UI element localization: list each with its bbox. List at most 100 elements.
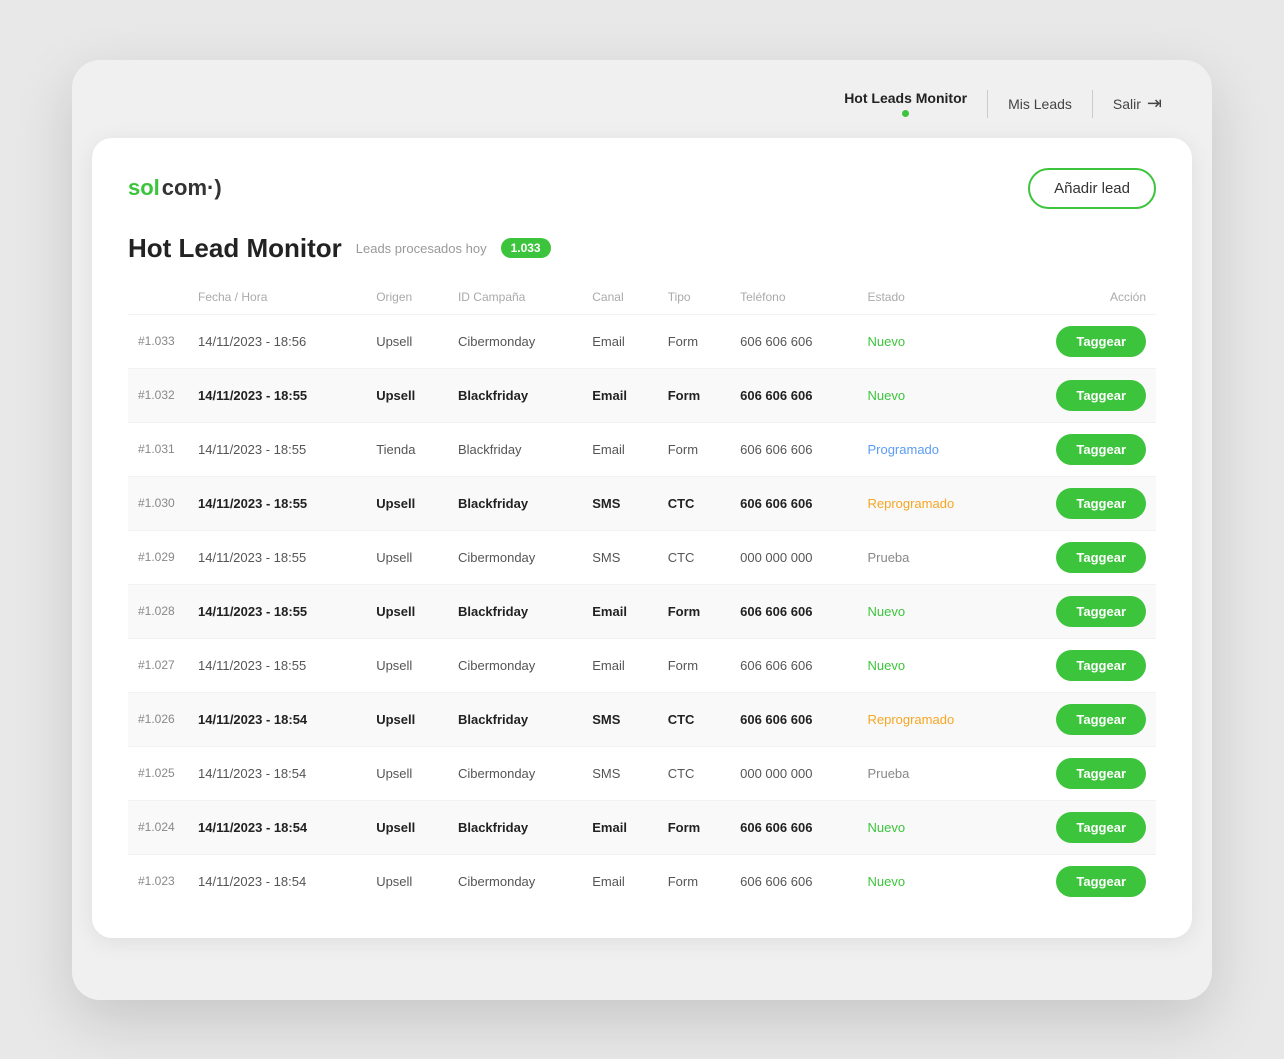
row-telefono: 606 606 606 [730, 476, 857, 530]
row-origen: Upsell [366, 800, 448, 854]
col-header-accion: Acción [1005, 284, 1156, 315]
taggear-button[interactable]: Taggear [1056, 866, 1146, 897]
row-fecha: 14/11/2023 - 18:55 [188, 530, 366, 584]
taggear-button[interactable]: Taggear [1056, 488, 1146, 519]
row-estado: Nuevo [857, 854, 1004, 908]
hot-leads-monitor-nav[interactable]: Hot Leads Monitor [844, 90, 967, 117]
row-estado: Reprogramado [857, 692, 1004, 746]
table-header-row: Fecha / Hora Origen ID Campaña Canal Tip… [128, 284, 1156, 315]
salir-link[interactable]: Salir ⇥ [1113, 93, 1162, 114]
row-telefono: 606 606 606 [730, 314, 857, 368]
taggear-button[interactable]: Taggear [1056, 380, 1146, 411]
row-origen: Upsell [366, 746, 448, 800]
hot-leads-monitor-label: Hot Leads Monitor [844, 90, 967, 106]
mis-leads-link[interactable]: Mis Leads [1008, 96, 1072, 112]
row-tipo: Form [658, 800, 730, 854]
row-id: #1.030 [128, 476, 188, 530]
row-origen: Upsell [366, 854, 448, 908]
row-telefono: 000 000 000 [730, 746, 857, 800]
row-campana: Blackfriday [448, 584, 582, 638]
taggear-button[interactable]: Taggear [1056, 326, 1146, 357]
row-action: Taggear [1005, 800, 1156, 854]
row-id: #1.028 [128, 584, 188, 638]
row-fecha: 14/11/2023 - 18:54 [188, 854, 366, 908]
row-tipo: CTC [658, 530, 730, 584]
row-canal: Email [582, 638, 657, 692]
row-action: Taggear [1005, 530, 1156, 584]
col-header-tipo: Tipo [658, 284, 730, 315]
row-campana: Blackfriday [448, 422, 582, 476]
row-estado: Nuevo [857, 800, 1004, 854]
row-canal: SMS [582, 530, 657, 584]
row-estado: Prueba [857, 746, 1004, 800]
row-origen: Upsell [366, 530, 448, 584]
col-header-campana: ID Campaña [448, 284, 582, 315]
row-origen: Upsell [366, 476, 448, 530]
row-action: Taggear [1005, 314, 1156, 368]
row-fecha: 14/11/2023 - 18:55 [188, 422, 366, 476]
row-estado: Nuevo [857, 368, 1004, 422]
row-fecha: 14/11/2023 - 18:54 [188, 692, 366, 746]
taggear-button[interactable]: Taggear [1056, 812, 1146, 843]
col-header-origen: Origen [366, 284, 448, 315]
taggear-button[interactable]: Taggear [1056, 650, 1146, 681]
table-row: #1.028 14/11/2023 - 18:55 Upsell Blackfr… [128, 584, 1156, 638]
row-origen: Tienda [366, 422, 448, 476]
row-canal: Email [582, 368, 657, 422]
row-telefono: 606 606 606 [730, 584, 857, 638]
leads-processed-label: Leads procesados hoy [356, 241, 487, 256]
active-dot [902, 110, 909, 117]
leads-count-badge: 1.033 [501, 238, 551, 258]
row-canal: SMS [582, 692, 657, 746]
row-campana: Blackfriday [448, 368, 582, 422]
col-header-canal: Canal [582, 284, 657, 315]
row-telefono: 606 606 606 [730, 368, 857, 422]
row-canal: Email [582, 584, 657, 638]
row-campana: Cibermonday [448, 854, 582, 908]
row-action: Taggear [1005, 638, 1156, 692]
table-row: #1.031 14/11/2023 - 18:55 Tienda Blackfr… [128, 422, 1156, 476]
taggear-button[interactable]: Taggear [1056, 758, 1146, 789]
section-title-row: Hot Lead Monitor Leads procesados hoy 1.… [128, 233, 1156, 264]
col-header-id [128, 284, 188, 315]
logout-icon: ⇥ [1147, 93, 1162, 114]
row-tipo: Form [658, 422, 730, 476]
logo-com: com·) [162, 175, 222, 201]
main-card: sol com·) Añadir lead Hot Lead Monitor L… [92, 138, 1192, 938]
row-action: Taggear [1005, 422, 1156, 476]
taggear-button[interactable]: Taggear [1056, 542, 1146, 573]
row-estado: Reprogramado [857, 476, 1004, 530]
row-id: #1.031 [128, 422, 188, 476]
table-row: #1.033 14/11/2023 - 18:56 Upsell Cibermo… [128, 314, 1156, 368]
taggear-button[interactable]: Taggear [1056, 434, 1146, 465]
row-origen: Upsell [366, 314, 448, 368]
row-action: Taggear [1005, 368, 1156, 422]
row-id: #1.029 [128, 530, 188, 584]
col-header-telefono: Teléfono [730, 284, 857, 315]
row-canal: SMS [582, 746, 657, 800]
row-estado: Nuevo [857, 314, 1004, 368]
nav-divider-2 [1092, 90, 1093, 118]
section-title: Hot Lead Monitor [128, 233, 342, 264]
row-tipo: Form [658, 584, 730, 638]
row-action: Taggear [1005, 476, 1156, 530]
logo-sol: sol [128, 175, 160, 201]
table-row: #1.026 14/11/2023 - 18:54 Upsell Blackfr… [128, 692, 1156, 746]
row-fecha: 14/11/2023 - 18:56 [188, 314, 366, 368]
row-campana: Cibermonday [448, 746, 582, 800]
row-action: Taggear [1005, 692, 1156, 746]
row-fecha: 14/11/2023 - 18:54 [188, 800, 366, 854]
row-canal: Email [582, 854, 657, 908]
row-tipo: Form [658, 854, 730, 908]
row-fecha: 14/11/2023 - 18:55 [188, 368, 366, 422]
row-tipo: CTC [658, 476, 730, 530]
row-canal: Email [582, 422, 657, 476]
table-row: #1.029 14/11/2023 - 18:55 Upsell Cibermo… [128, 530, 1156, 584]
table-row: #1.025 14/11/2023 - 18:54 Upsell Cibermo… [128, 746, 1156, 800]
taggear-button[interactable]: Taggear [1056, 596, 1146, 627]
row-estado: Prueba [857, 530, 1004, 584]
taggear-button[interactable]: Taggear [1056, 704, 1146, 735]
row-telefono: 606 606 606 [730, 800, 857, 854]
row-fecha: 14/11/2023 - 18:54 [188, 746, 366, 800]
add-lead-button[interactable]: Añadir lead [1028, 168, 1156, 209]
